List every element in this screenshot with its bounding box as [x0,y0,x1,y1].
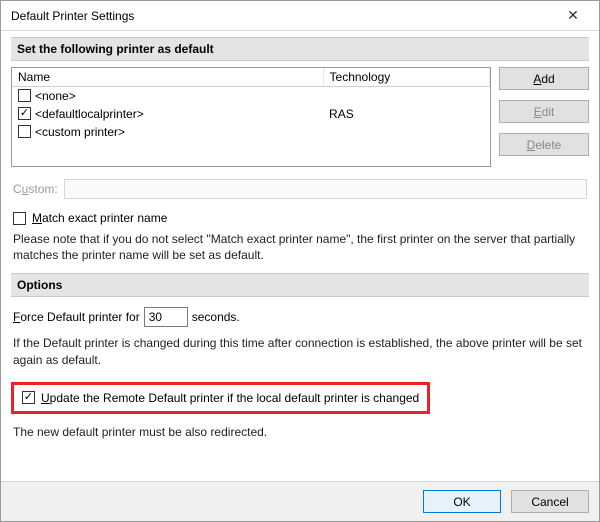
force-row: Force Default printer for seconds. [13,307,587,327]
force-label: Force Default printer for [13,310,140,324]
dialog-window: Default Printer Settings ✕ Set the follo… [0,0,600,522]
cancel-button[interactable]: Cancel [511,490,589,513]
highlight-box: Update the Remote Default printer if the… [11,382,430,414]
match-row: Match exact printer name [13,211,587,225]
footer: OK Cancel [1,481,599,521]
titlebar: Default Printer Settings ✕ [1,1,599,31]
row-technology [323,87,489,105]
update-checkbox[interactable] [22,391,35,404]
window-title: Default Printer Settings [11,9,553,23]
force-note: If the Default printer is changed during… [13,335,587,367]
content-area: Set the following printer as default Nam… [1,31,599,481]
row-checkbox[interactable] [18,125,31,138]
close-icon: ✕ [567,7,579,24]
table-row[interactable]: <none> [12,87,490,105]
row-name: <defaultlocalprinter> [35,107,144,121]
close-button[interactable]: ✕ [553,2,593,30]
printer-area: Name Technology <none> [11,67,589,167]
match-label[interactable]: Match exact printer name [32,211,167,225]
match-note: Please note that if you do not select "M… [13,231,587,263]
table-row[interactable]: <custom printer> [12,123,490,141]
col-technology[interactable]: Technology [323,68,489,87]
force-suffix: seconds. [192,310,240,324]
custom-row: Custom: [13,179,587,199]
update-label[interactable]: Update the Remote Default printer if the… [41,391,419,405]
edit-button[interactable]: Edit [499,100,589,123]
custom-input [64,179,587,199]
side-buttons: Add Edit Delete [499,67,589,167]
row-checkbox[interactable] [18,89,31,102]
update-row: Update the Remote Default printer if the… [22,391,419,405]
ok-button[interactable]: OK [423,490,501,513]
table-row[interactable]: <defaultlocalprinter> RAS [12,105,490,123]
match-checkbox[interactable] [13,212,26,225]
force-seconds-input[interactable] [144,307,188,327]
col-name[interactable]: Name [12,68,323,87]
custom-label: Custom: [13,182,58,196]
section-header-options: Options [11,273,589,297]
section-header-default-printer: Set the following printer as default [11,37,589,61]
row-name: <custom printer> [35,125,125,139]
update-note: The new default printer must be also red… [13,424,587,440]
row-checkbox[interactable] [18,107,31,120]
row-name: <none> [35,89,76,103]
row-technology: RAS [323,105,489,123]
add-button[interactable]: Add [499,67,589,90]
delete-button[interactable]: Delete [499,133,589,156]
printer-table[interactable]: Name Technology <none> [11,67,491,167]
row-technology [323,123,489,141]
